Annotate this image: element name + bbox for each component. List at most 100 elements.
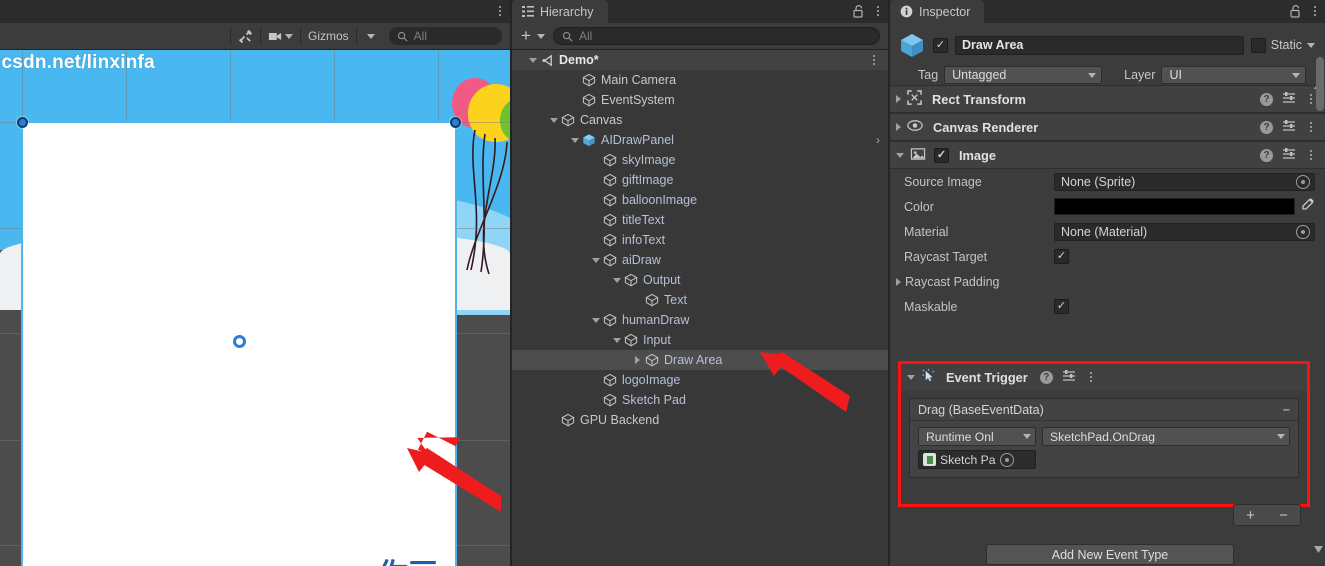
preset-icon[interactable] — [1062, 369, 1076, 385]
hierarchy-item-text[interactable]: Text — [512, 290, 888, 310]
open-prefab-arrow-icon[interactable]: › — [876, 133, 880, 147]
hierarchy-item-aidraw[interactable]: aiDraw — [512, 250, 888, 270]
kebab-menu-icon[interactable] — [1309, 3, 1321, 19]
foldout-down-icon[interactable] — [907, 374, 915, 380]
preset-icon[interactable] — [1282, 147, 1296, 163]
eyedropper-icon[interactable] — [1301, 197, 1315, 216]
foldout-right-icon[interactable] — [896, 277, 901, 286]
image-enabled-checkbox[interactable]: ✓ — [934, 147, 949, 163]
hierarchy-item-aidrawpanel[interactable]: AIDrawPanel › — [512, 130, 888, 150]
hierarchy-item-titletext[interactable]: titleText — [512, 210, 888, 230]
hierarchy-item-logoimage[interactable]: logoImage — [512, 370, 888, 390]
rect-pivot-handle[interactable] — [233, 335, 246, 348]
scene-camera-icon[interactable] — [263, 26, 298, 46]
prefab-cube-icon — [581, 133, 597, 147]
hierarchy-item-eventsystem[interactable]: EventSystem — [512, 90, 888, 110]
hierarchy-item-main-camera[interactable]: Main Camera — [512, 70, 888, 90]
component-header-rect-transform[interactable]: Rect Transform ? — [890, 85, 1325, 113]
prop-value: None (Material) — [1061, 224, 1148, 239]
kebab-menu-icon[interactable] — [494, 3, 506, 19]
foldout-down-icon[interactable] — [896, 152, 904, 158]
add-new-event-type-button[interactable]: Add New Event Type — [986, 544, 1234, 565]
gameobject-enabled-checkbox[interactable]: ✓ — [933, 37, 948, 53]
maskable-checkbox[interactable]: ✓ — [1054, 299, 1069, 314]
static-checkbox[interactable]: ✓ — [1250, 37, 1266, 53]
add-gameobject-button[interactable]: + — [516, 27, 533, 46]
lock-open-icon[interactable] — [1290, 4, 1301, 18]
hierarchy-item-gpu-backend[interactable]: GPU Backend — [512, 410, 888, 430]
object-picker-icon[interactable] — [999, 452, 1014, 467]
layer-dropdown[interactable]: UI — [1161, 66, 1307, 84]
tab-inspector[interactable]: Inspector — [890, 0, 985, 23]
hierarchy-item-infotext[interactable]: infoText — [512, 230, 888, 250]
inspector-scrollbar[interactable] — [1314, 50, 1324, 562]
scene-toolbar: Gizmos All — [0, 23, 510, 50]
hierarchy-item-canvas[interactable]: Canvas — [512, 110, 888, 130]
inspector-scroll-thumb[interactable] — [1316, 57, 1324, 111]
remove-event-button[interactable]: − — [1279, 507, 1288, 524]
hierarchy-search-input[interactable]: All — [552, 27, 880, 45]
hierarchy-item-demo[interactable]: Demo* — [512, 50, 888, 70]
help-icon[interactable]: ? — [1260, 92, 1273, 106]
foldout-down-icon[interactable] — [610, 277, 623, 283]
component-header-image[interactable]: ✓ Image ? — [890, 141, 1325, 169]
kebab-menu-icon[interactable] — [868, 52, 880, 68]
hierarchy-item-balloonimage[interactable]: balloonImage — [512, 190, 888, 210]
gizmos-dropdown[interactable] — [359, 26, 383, 46]
foldout-right-icon[interactable] — [896, 95, 901, 103]
gizmos-button[interactable]: Gizmos — [303, 26, 354, 46]
scroll-down-icon[interactable] — [1314, 540, 1323, 558]
material-field[interactable]: None (Material) — [1054, 222, 1315, 241]
object-picker-icon[interactable] — [1296, 224, 1310, 239]
kebab-menu-icon[interactable] — [872, 3, 884, 19]
tag-dropdown[interactable]: Untagged — [944, 66, 1103, 84]
hierarchy-item-label: Input — [643, 333, 671, 347]
remove-entry-button[interactable]: − — [1283, 403, 1290, 417]
tab-hierarchy[interactable]: Hierarchy — [512, 0, 608, 23]
hierarchy-item-skyimage[interactable]: skyImage — [512, 150, 888, 170]
kebab-menu-icon[interactable] — [1085, 369, 1097, 385]
lock-open-icon[interactable] — [853, 4, 864, 18]
help-icon[interactable]: ? — [1260, 120, 1273, 134]
foldout-down-icon[interactable] — [589, 317, 602, 323]
add-event-button[interactable]: + — [1246, 507, 1255, 524]
hierarchy-item-draw-area[interactable]: Draw Area — [512, 350, 888, 370]
function-dropdown[interactable]: SketchPad.OnDrag — [1042, 427, 1290, 446]
color-swatch-field[interactable] — [1054, 198, 1295, 215]
help-icon[interactable]: ? — [1260, 148, 1273, 162]
hierarchy-item-giftimage[interactable]: giftImage — [512, 170, 888, 190]
foldout-down-icon[interactable] — [589, 257, 602, 263]
gameobject-cube-icon — [581, 93, 597, 107]
rect-handle-top-left[interactable] — [17, 117, 28, 128]
hierarchy-item-sketch-pad[interactable]: Sketch Pad — [512, 390, 888, 410]
object-picker-icon[interactable] — [1296, 174, 1310, 189]
preset-icon[interactable] — [1282, 119, 1296, 135]
hierarchy-item-input[interactable]: Input — [512, 330, 888, 350]
gameobject-name-field[interactable]: Draw Area — [955, 35, 1244, 55]
chevron-down-icon[interactable] — [536, 33, 545, 39]
hierarchy-item-output[interactable]: Output — [512, 270, 888, 290]
prop-source-image: Source Image None (Sprite) — [890, 169, 1325, 194]
scene-search-input[interactable]: All — [388, 27, 502, 45]
foldout-right-icon[interactable] — [631, 356, 644, 364]
preset-icon[interactable] — [1282, 91, 1296, 107]
tools-icon[interactable] — [233, 26, 258, 46]
hierarchy-tree[interactable]: Demo* Main Camera EventSystem Canvas AIDrawP… — [512, 50, 888, 566]
raycast-target-checkbox[interactable]: ✓ — [1054, 249, 1069, 264]
foldout-right-icon[interactable] — [896, 123, 901, 131]
foldout-down-icon[interactable] — [610, 337, 623, 343]
hierarchy-item-humandraw[interactable]: humanDraw — [512, 310, 888, 330]
foldout-down-icon[interactable] — [568, 137, 581, 143]
foldout-down-icon[interactable] — [547, 117, 560, 123]
source-image-field[interactable]: None (Sprite) — [1054, 172, 1315, 191]
help-icon[interactable]: ? — [1039, 370, 1053, 384]
scene-viewport[interactable]: .csdn.net/linxinfa 你画 — [0, 50, 510, 566]
chevron-down-icon[interactable] — [1307, 42, 1315, 48]
call-mode-dropdown[interactable]: Runtime Onl — [918, 427, 1036, 446]
scene-tabbar-right — [494, 3, 506, 19]
component-header-canvas-renderer[interactable]: Canvas Renderer ? — [890, 113, 1325, 141]
event-trigger-header[interactable]: Event Trigger ? — [901, 364, 1307, 390]
object-reference-field[interactable]: Sketch Pa — [918, 450, 1036, 469]
rect-handle-top-right[interactable] — [450, 117, 461, 128]
foldout-down-icon[interactable] — [526, 57, 539, 63]
